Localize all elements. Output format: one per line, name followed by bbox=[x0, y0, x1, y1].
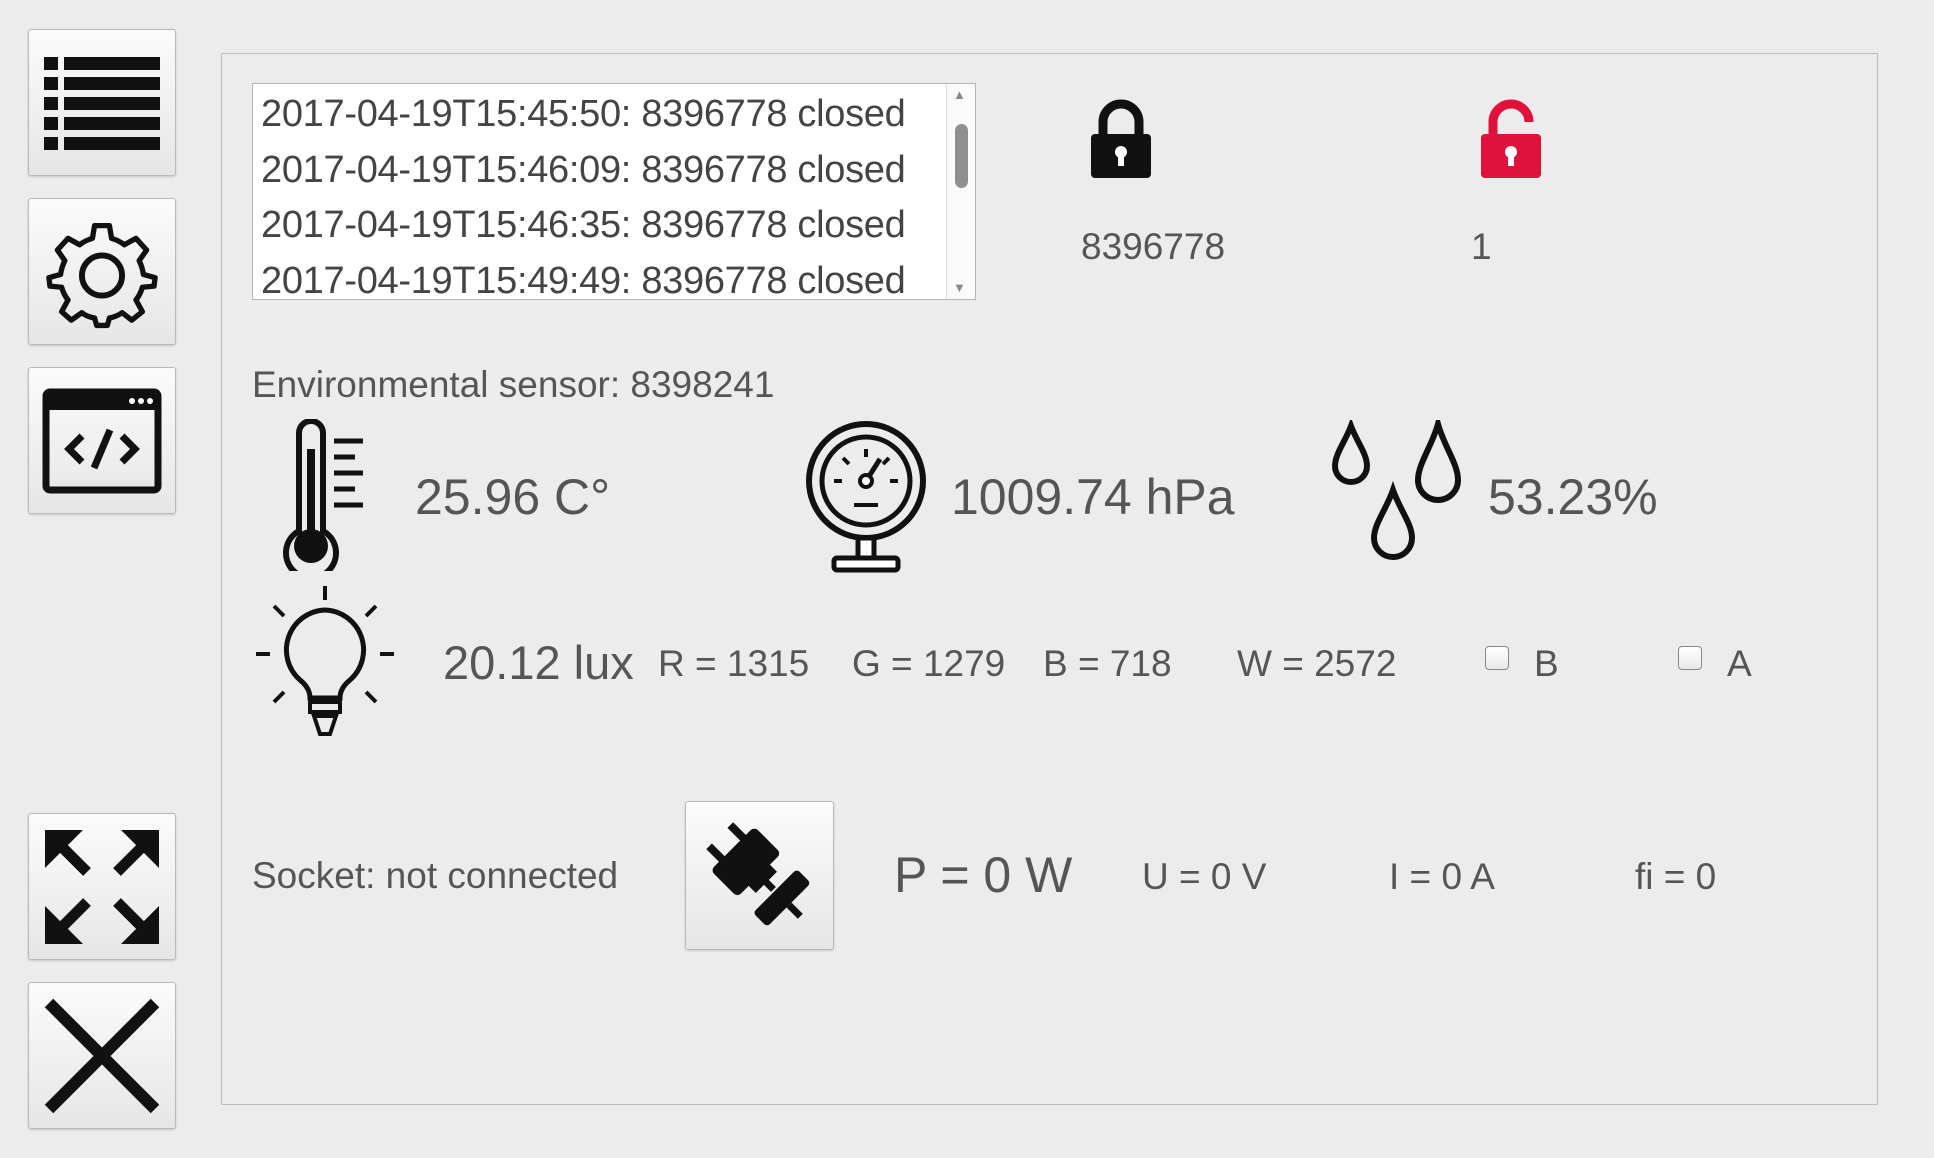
green-value: G = 1279 bbox=[852, 643, 1006, 684]
lock-closed-value: 8396778 bbox=[1081, 226, 1226, 267]
temperature-value: 25.96 C° bbox=[415, 469, 611, 525]
environmental-sensor-title: Environmental sensor: 8398241 bbox=[252, 364, 775, 405]
expand-icon bbox=[45, 829, 159, 944]
plug-icon bbox=[705, 821, 809, 925]
power-value: P = 0 W bbox=[894, 847, 1073, 903]
socket-connect-button[interactable] bbox=[685, 801, 834, 950]
scroll-up-icon[interactable]: ▲ bbox=[953, 88, 966, 102]
humidity-drops-icon bbox=[1331, 420, 1462, 560]
socket-status: Socket: not connected bbox=[252, 855, 619, 896]
voltage-value: U = 0 V bbox=[1142, 856, 1267, 897]
lock-open-icon bbox=[1481, 99, 1541, 178]
red-value: R = 1315 bbox=[658, 643, 810, 684]
pressure-gauge-icon bbox=[806, 421, 926, 573]
log-entry[interactable]: 2017-04-19T15:49:49: 8396778 closed bbox=[261, 254, 906, 300]
checkbox-b-label: B bbox=[1534, 643, 1559, 684]
scroll-down-icon[interactable]: ▼ bbox=[953, 281, 966, 295]
log-entry[interactable]: 2017-04-19T15:46:35: 8396778 closed bbox=[261, 198, 906, 254]
list-icon bbox=[44, 56, 160, 150]
close-button[interactable] bbox=[28, 982, 176, 1129]
light-value: 20.12 lux bbox=[443, 636, 634, 689]
checkbox-a[interactable] bbox=[1678, 646, 1702, 670]
code-window-icon bbox=[42, 388, 162, 493]
thermometer-icon bbox=[283, 419, 363, 571]
humidity-value: 53.23% bbox=[1488, 469, 1658, 525]
settings-button[interactable] bbox=[28, 198, 176, 345]
checkbox-b[interactable] bbox=[1485, 646, 1509, 670]
pressure-value: 1009.74 hPa bbox=[951, 469, 1235, 525]
list-view-button[interactable] bbox=[28, 29, 176, 176]
fullscreen-button[interactable] bbox=[28, 813, 176, 960]
gear-icon bbox=[46, 222, 158, 328]
event-log-list[interactable]: 2017-04-19T15:45:50: 8396778 closed 2017… bbox=[252, 83, 976, 300]
lock-closed-icon bbox=[1091, 99, 1151, 178]
scroll-thumb[interactable] bbox=[955, 124, 968, 188]
log-entry[interactable]: 2017-04-19T15:45:50: 8396778 closed bbox=[261, 87, 906, 143]
checkbox-a-label: A bbox=[1727, 643, 1752, 684]
white-value: W = 2572 bbox=[1237, 643, 1397, 684]
source-code-button[interactable] bbox=[28, 367, 176, 514]
light-bulb-icon bbox=[256, 586, 394, 736]
blue-value: B = 718 bbox=[1043, 643, 1172, 684]
current-value: I = 0 A bbox=[1389, 856, 1495, 897]
phase-value: fi = 0 bbox=[1635, 856, 1717, 897]
lock-open-value: 1 bbox=[1471, 226, 1492, 267]
main-panel: 2017-04-19T15:45:50: 8396778 closed 2017… bbox=[221, 53, 1878, 1105]
log-entry[interactable]: 2017-04-19T15:46:09: 8396778 closed bbox=[261, 143, 906, 199]
close-icon bbox=[44, 998, 160, 1113]
log-scrollbar[interactable]: ▲ ▼ bbox=[946, 84, 975, 299]
